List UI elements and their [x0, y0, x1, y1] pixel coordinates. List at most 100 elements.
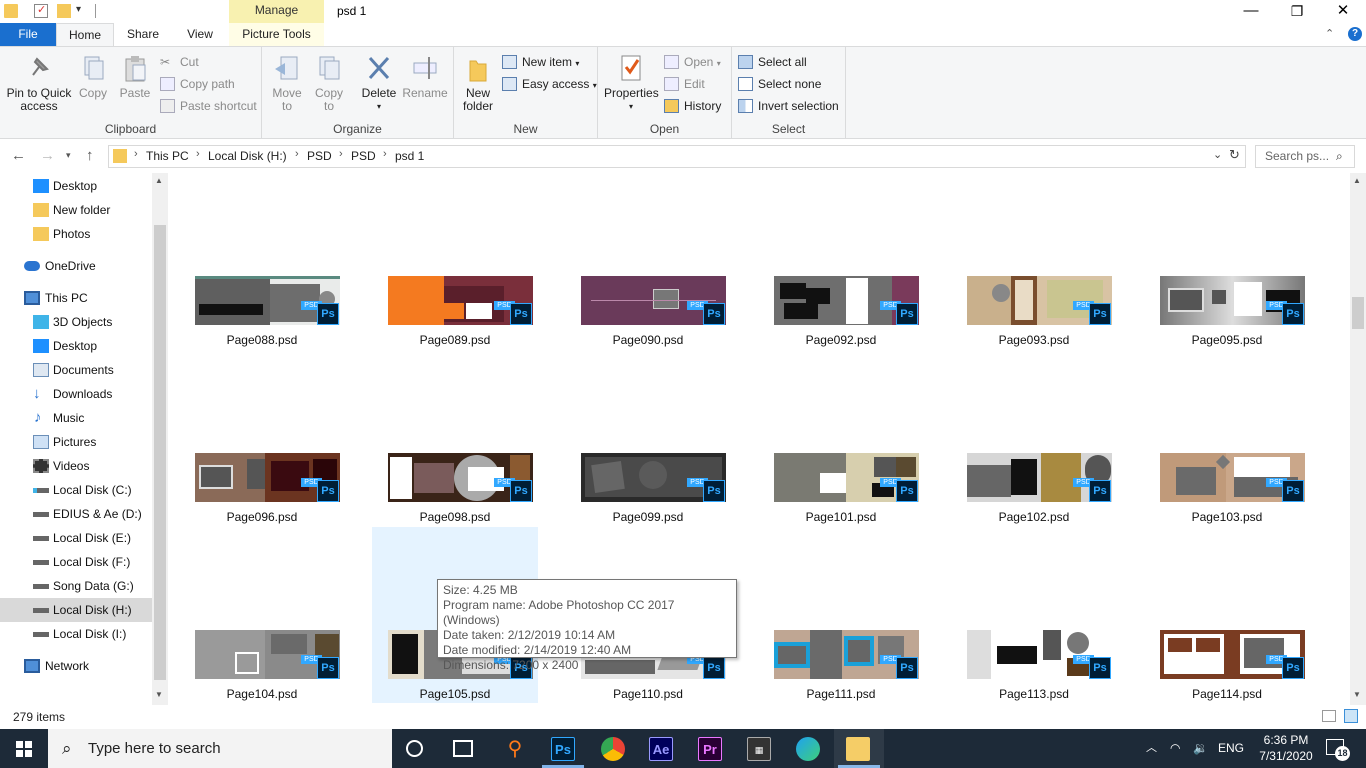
- invert-selection-button[interactable]: Invert selection: [738, 97, 839, 115]
- scroll-up-icon[interactable]: ▲: [155, 176, 163, 185]
- nav-item-local-disk-h[interactable]: Local Disk (H:): [0, 598, 152, 622]
- properties-icon[interactable]: ✓: [34, 4, 48, 18]
- file-item[interactable]: PSD Ps Page114.psd: [1144, 527, 1310, 703]
- file-item[interactable]: PSD Ps Page090.psd: [565, 173, 731, 349]
- address-bar[interactable]: › This PC › Local Disk (H:) › PSD › PSD …: [108, 145, 1246, 168]
- close-button[interactable]: ✕: [1320, 0, 1366, 23]
- content-scroll-thumb[interactable]: [1352, 297, 1364, 329]
- task-view-icon[interactable]: [453, 740, 473, 757]
- nav-item-desktop[interactable]: Desktop: [0, 174, 152, 198]
- chevron-right-icon[interactable]: ›: [383, 148, 387, 160]
- crumb-local-disk-h[interactable]: Local Disk (H:): [208, 149, 287, 163]
- cut-button[interactable]: ✂ Cut: [160, 53, 199, 71]
- nav-item-pictures[interactable]: Pictures: [0, 430, 152, 454]
- content-scrollbar[interactable]: ▲ ▼: [1350, 173, 1366, 705]
- nav-item-local-disk-c[interactable]: Local Disk (C:): [0, 478, 152, 502]
- volume-icon[interactable]: 🔉: [1193, 729, 1208, 768]
- windows-start-icon[interactable]: [16, 741, 32, 757]
- easy-access-button[interactable]: Easy access ▾: [502, 75, 597, 93]
- large-icons-view-icon[interactable]: [1344, 709, 1358, 723]
- file-item[interactable]: PSD Ps Page088.psd: [179, 173, 345, 349]
- copy-to-button[interactable]: Copy to: [312, 53, 346, 113]
- maximize-button[interactable]: ❐: [1274, 0, 1320, 23]
- properties-button[interactable]: Properties ▾: [604, 53, 659, 113]
- nav-item-network[interactable]: Network: [0, 654, 152, 678]
- scroll-up-icon[interactable]: ▲: [1353, 176, 1361, 185]
- open-button[interactable]: Open ▾: [664, 53, 721, 71]
- nav-item-3d-objects[interactable]: 3D Objects: [0, 310, 152, 334]
- file-item[interactable]: PSD Ps Page113.psd: [951, 527, 1117, 703]
- copy-button[interactable]: Copy: [76, 53, 110, 100]
- chevron-down-icon[interactable]: ▾: [76, 4, 81, 15]
- file-item[interactable]: PSD Ps Page098.psd: [372, 350, 538, 526]
- nav-item-local-disk-e[interactable]: Local Disk (E:): [0, 526, 152, 550]
- pin-to-quick-access-button[interactable]: Pin to Quick access: [4, 53, 74, 113]
- tab-picture-tools[interactable]: Picture Tools: [229, 23, 324, 46]
- move-to-button[interactable]: Move to: [270, 53, 304, 113]
- manage-tab[interactable]: Manage: [229, 0, 324, 23]
- minimize-button[interactable]: —: [1228, 0, 1274, 23]
- after-effects-icon[interactable]: Ae: [649, 737, 673, 761]
- tab-share[interactable]: Share: [114, 23, 172, 46]
- calendar-app-icon[interactable]: ▦: [747, 737, 771, 761]
- select-all-button[interactable]: Select all: [738, 53, 807, 71]
- nav-item-local-disk-f[interactable]: Local Disk (F:): [0, 550, 152, 574]
- new-item-button[interactable]: New item ▾: [502, 53, 579, 71]
- delete-button[interactable]: Delete ▾: [360, 53, 398, 113]
- file-item[interactable]: PSD Ps Page096.psd: [179, 350, 345, 526]
- recent-locations-chevron-icon[interactable]: ▾: [66, 150, 71, 161]
- scroll-down-icon[interactable]: ▼: [1353, 690, 1361, 699]
- nav-item-new-folder[interactable]: New folder: [0, 198, 152, 222]
- scroll-down-icon[interactable]: ▼: [155, 690, 163, 699]
- file-item[interactable]: PSD Ps Page089.psd: [372, 173, 538, 349]
- show-hidden-icons-icon[interactable]: ︿: [1146, 729, 1157, 768]
- language-indicator[interactable]: ENG: [1218, 729, 1244, 768]
- nav-scroll-thumb[interactable]: [154, 225, 166, 680]
- nav-item-music[interactable]: ♪ Music: [0, 406, 152, 430]
- cortana-icon[interactable]: [406, 740, 423, 757]
- wifi-icon[interactable]: ◠: [1170, 729, 1180, 768]
- copy-path-button[interactable]: Copy path: [160, 75, 235, 93]
- back-arrow-icon[interactable]: ←: [11, 147, 26, 164]
- file-item[interactable]: PSD Ps Page102.psd: [951, 350, 1117, 526]
- tab-view[interactable]: View: [172, 23, 228, 46]
- chevron-right-icon[interactable]: ›: [196, 148, 200, 160]
- taskbar-search-box[interactable]: ⌕ Type here to search: [48, 729, 392, 768]
- refresh-icon[interactable]: ↻: [1229, 147, 1240, 163]
- forward-arrow-icon[interactable]: →: [40, 147, 55, 164]
- clock[interactable]: 6:36 PM 7/31/2020: [1256, 732, 1316, 764]
- nav-item-this-pc[interactable]: This PC: [0, 286, 152, 310]
- search-input[interactable]: Search ps... ⌕: [1255, 145, 1355, 168]
- file-item[interactable]: PSD Ps Page095.psd: [1144, 173, 1310, 349]
- paste-shortcut-button[interactable]: Paste shortcut: [160, 97, 257, 115]
- help-icon[interactable]: ?: [1348, 27, 1362, 41]
- chrome-icon[interactable]: [601, 737, 625, 761]
- search-app-icon[interactable]: ⚲: [503, 737, 527, 761]
- nav-item-videos[interactable]: Videos: [0, 454, 152, 478]
- premiere-icon[interactable]: Pr: [698, 737, 722, 761]
- nav-item-onedrive[interactable]: OneDrive: [0, 254, 152, 278]
- crumb-psd-2[interactable]: PSD: [351, 149, 376, 163]
- details-view-icon[interactable]: [1322, 710, 1336, 722]
- nav-item-downloads[interactable]: ↓ Downloads: [0, 382, 152, 406]
- nav-item-documents[interactable]: Documents: [0, 358, 152, 382]
- file-item[interactable]: PSD Ps Page101.psd: [758, 350, 924, 526]
- crumb-psd[interactable]: PSD: [307, 149, 332, 163]
- file-item[interactable]: PSD Ps Page103.psd: [1144, 350, 1310, 526]
- file-item[interactable]: PSD Ps Page093.psd: [951, 173, 1117, 349]
- new-folder-button[interactable]: New folder: [460, 53, 496, 113]
- address-dropdown-icon[interactable]: ⌄: [1213, 148, 1222, 161]
- new-folder-icon[interactable]: [57, 4, 71, 18]
- edge-icon[interactable]: [796, 737, 820, 761]
- select-none-button[interactable]: Select none: [738, 75, 821, 93]
- file-item[interactable]: PSD Ps Page111.psd: [758, 527, 924, 703]
- crumb-this-pc[interactable]: This PC: [146, 149, 189, 163]
- history-button[interactable]: History: [664, 97, 721, 115]
- file-item[interactable]: PSD Ps Page104.psd: [179, 527, 345, 703]
- up-arrow-icon[interactable]: ↑: [86, 147, 94, 164]
- tab-home[interactable]: Home: [56, 23, 114, 46]
- crumb-psd-1[interactable]: psd 1: [395, 149, 424, 163]
- photoshop-taskbar-icon[interactable]: Ps: [551, 737, 575, 761]
- folder-icon[interactable]: [4, 4, 18, 18]
- nav-item-edius-d[interactable]: EDIUS & Ae (D:): [0, 502, 152, 526]
